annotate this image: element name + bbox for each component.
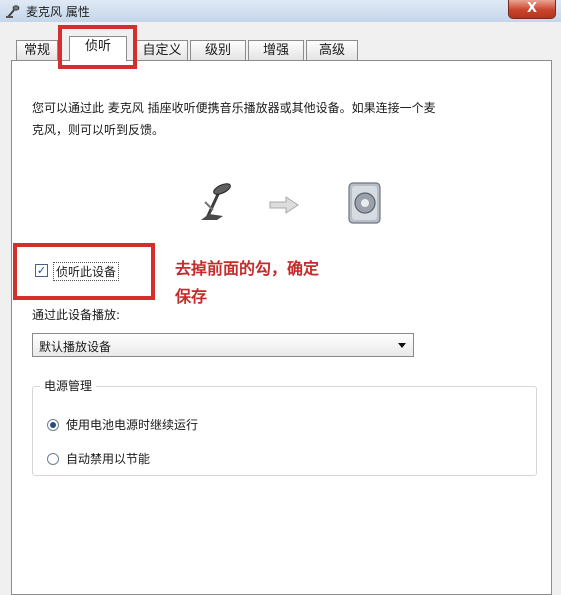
power-management-title: 电源管理 [40, 377, 97, 394]
tab-custom[interactable]: 自定义 [136, 40, 188, 60]
radio-continue-on-battery-label[interactable]: 使用电池电源时继续运行 [66, 416, 198, 433]
radio-disable-to-save-power-label[interactable]: 自动禁用以节能 [66, 450, 150, 467]
annotation-line-1: 去掉前面的勾，确定 [175, 259, 320, 278]
tab-enhancements[interactable]: 增强 [248, 40, 304, 60]
microphone-icon [6, 5, 20, 18]
close-button[interactable]: X [508, 0, 556, 19]
annotation-box-checkbox [13, 243, 155, 300]
tab-levels[interactable]: 级别 [190, 40, 246, 60]
playback-device-value: 默认播放设备 [39, 340, 112, 354]
microphone-icon [201, 183, 231, 220]
chevron-down-icon [398, 343, 406, 348]
description-line-1: 您可以通过此 麦克风 插座收听便携音乐播放器或其他设备。如果连接一个麦 [32, 101, 436, 115]
arrow-right-icon [269, 196, 299, 214]
radio-disable-to-save-power[interactable] [47, 453, 59, 465]
annotation-box-tab [58, 25, 137, 69]
title-bar: 麦克风 属性 X [0, 0, 561, 23]
playback-device-select[interactable]: 默认播放设备 [32, 333, 414, 357]
annotation-instruction: 去掉前面的勾，确定 保存 [175, 255, 319, 311]
speaker-icon [348, 182, 381, 224]
window-title: 麦克风 属性 [26, 5, 90, 19]
tab-advanced[interactable]: 高级 [306, 40, 358, 60]
tab-general[interactable]: 常规 [16, 40, 58, 60]
listen-description: 您可以通过此 麦克风 插座收听便携音乐播放器或其他设备。如果连接一个麦 克风，则… [32, 97, 532, 141]
annotation-line-2: 保存 [175, 287, 208, 306]
description-line-2: 克风，则可以听到反馈。 [32, 123, 165, 137]
radio-continue-on-battery[interactable] [47, 419, 59, 431]
playback-label: 通过此设备播放: [32, 308, 121, 322]
